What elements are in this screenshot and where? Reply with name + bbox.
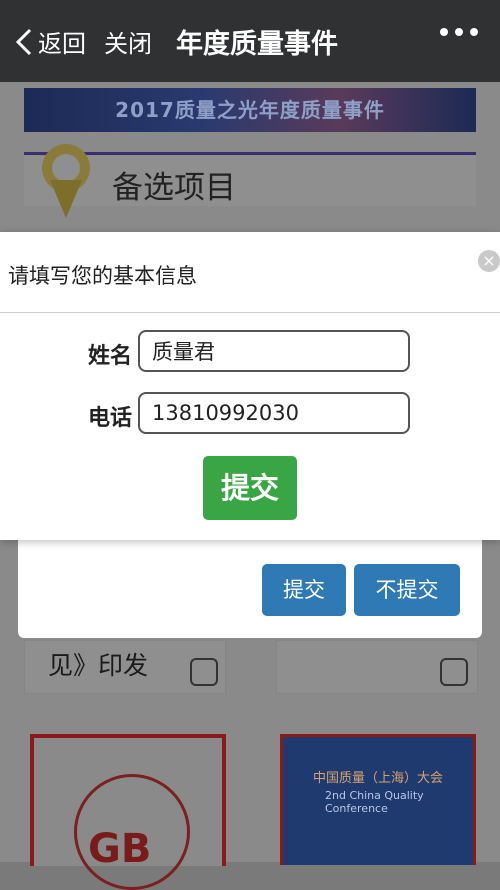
item-checkbox[interactable] bbox=[190, 658, 218, 686]
close-icon[interactable]: × bbox=[478, 250, 500, 272]
event-banner: 2017质量之光年度质量事件 bbox=[24, 88, 476, 132]
top-nav-bar: 返回 关闭 年度质量事件 bbox=[0, 0, 500, 82]
modal-no-submit-button[interactable]: 不提交 bbox=[354, 564, 460, 616]
phone-input[interactable] bbox=[138, 392, 410, 434]
phone-label: 电话 bbox=[88, 406, 133, 431]
info-dialog: 请填写您的基本信息 × 姓名 电话 提交 bbox=[0, 232, 500, 540]
poster-text: GB bbox=[88, 826, 152, 872]
dialog-title: 请填写您的基本信息 bbox=[8, 264, 197, 288]
item-image[interactable]: GB bbox=[30, 734, 226, 890]
modal-submit-button[interactable]: 提交 bbox=[262, 564, 346, 616]
back-label: 返回 bbox=[38, 30, 86, 58]
chevron-left-icon bbox=[15, 28, 32, 55]
name-label: 姓名 bbox=[88, 344, 133, 369]
page-title: 年度质量事件 bbox=[176, 29, 338, 60]
quality-logo-icon bbox=[42, 144, 90, 218]
poster-subtitle: 2nd China Quality Conference bbox=[325, 789, 424, 815]
more-menu-button[interactable] bbox=[440, 28, 478, 36]
item-title: 见》印发 bbox=[48, 651, 149, 680]
poster-title: 中国质量（上海）大会 bbox=[313, 771, 444, 786]
item-image[interactable]: 中国质量（上海）大会 2nd China Quality Conference bbox=[280, 734, 476, 865]
divider bbox=[0, 312, 500, 313]
name-input[interactable] bbox=[138, 330, 410, 372]
submit-button[interactable]: 提交 bbox=[203, 456, 297, 520]
more-dots-icon bbox=[440, 28, 448, 36]
back-button[interactable]: 返回 bbox=[14, 24, 86, 59]
section-title: 备选项目 bbox=[112, 170, 236, 206]
item-checkbox[interactable] bbox=[440, 658, 468, 686]
close-button[interactable]: 关闭 bbox=[104, 24, 152, 59]
